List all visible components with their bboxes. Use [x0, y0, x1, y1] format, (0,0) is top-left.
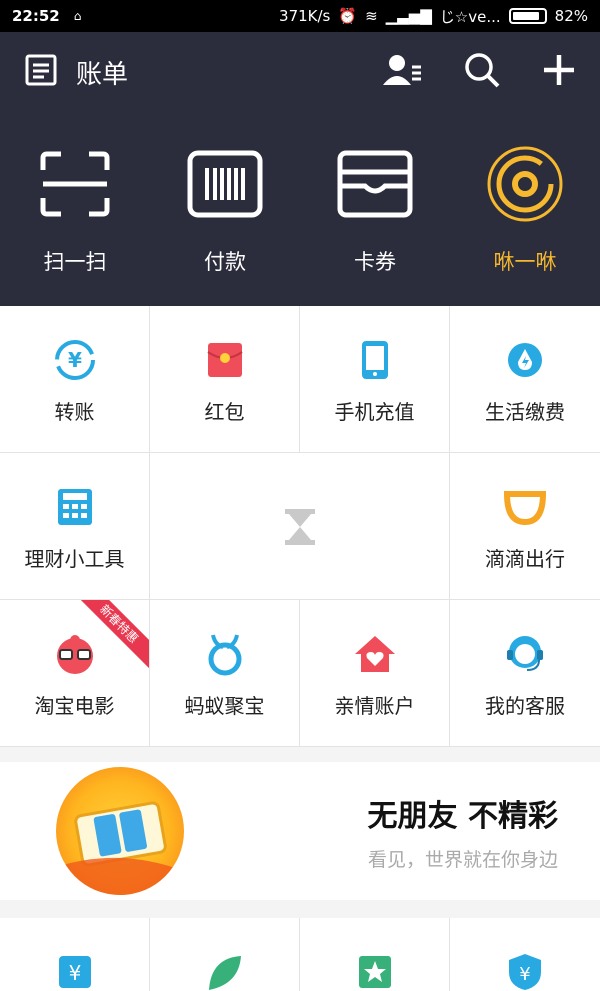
service-label: 手机充值 [334, 400, 415, 424]
service-grid: ¥ 转账 红包 手机充值 生活缴费 理财小工具 滴滴出行 新春特惠 淘宝电影 蚂… [0, 306, 600, 747]
banner-subtitle: 看见，世界就在你身边 [367, 848, 558, 871]
service-transfer[interactable]: ¥ 转账 [0, 306, 150, 452]
service-label: 红包 [204, 400, 245, 424]
service-family-account[interactable]: 亲情账户 [300, 600, 450, 746]
quick-label: 付款 [204, 250, 246, 274]
signal-icon: ▁▃▅▇ [385, 7, 432, 25]
bill-icon[interactable] [24, 53, 58, 91]
service-label: 转账 [54, 400, 95, 424]
service-partial[interactable] [150, 918, 300, 991]
service-grid-next-row: ¥ ¥ [0, 918, 600, 991]
didi-icon [503, 485, 547, 529]
service-label: 蚂蚁聚宝 [184, 694, 265, 718]
service-utilities[interactable]: 生活缴费 [450, 306, 600, 452]
red-envelope-icon [203, 338, 247, 382]
battery-percent: 82% [554, 7, 588, 25]
service-label: 我的客服 [485, 694, 565, 718]
service-label: 理财小工具 [24, 547, 125, 571]
quick-xiu[interactable]: 咻一咻 [450, 112, 600, 306]
family-house-icon [353, 632, 397, 676]
svg-text:¥: ¥ [68, 961, 81, 985]
app-header: 账单 扫一扫 付款 卡券 咻一咻 [0, 32, 600, 306]
quick-label: 扫一扫 [43, 250, 107, 274]
service-finance-tools[interactable]: 理财小工具 [0, 453, 150, 599]
alarm-icon: ⏰ [338, 7, 358, 25]
svg-text:¥: ¥ [68, 348, 82, 372]
yuan-icon: ¥ [53, 952, 97, 991]
service-label: 生活缴费 [485, 400, 565, 424]
shield-yuan-icon: ¥ [503, 952, 547, 991]
quick-pay[interactable]: 付款 [150, 112, 300, 306]
service-label: 亲情账户 [334, 694, 415, 718]
banner-image [56, 767, 184, 895]
service-label: 滴滴出行 [485, 547, 565, 571]
wifi-icon: ≋ [365, 7, 378, 25]
svg-text:¥: ¥ [519, 964, 530, 985]
ant-fortune-icon [203, 632, 247, 676]
water-drop-icon [503, 338, 547, 382]
carrier-name: じ☆ve... [439, 7, 501, 26]
wallet-icon [337, 150, 413, 222]
service-taobao-movie[interactable]: 新春特惠 淘宝电影 [0, 600, 150, 746]
customer-service-icon [503, 632, 547, 676]
service-partial[interactable]: ¥ [0, 918, 150, 991]
scan-icon [39, 150, 111, 222]
network-speed: 371K/s [279, 7, 331, 25]
xiu-icon [485, 146, 565, 228]
service-customer-service[interactable]: 我的客服 [450, 600, 600, 746]
status-bar: 22:52 ⌂ 371K/s ⏰ ≋ ▁▃▅▇ じ☆ve... 82% [0, 0, 600, 32]
quick-label: 咻一咻 [493, 250, 557, 274]
service-didi[interactable]: 滴滴出行 [450, 453, 600, 599]
quick-cards[interactable]: 卡券 [300, 112, 450, 306]
star-icon [353, 952, 397, 991]
quick-scan[interactable]: 扫一扫 [0, 112, 150, 306]
service-partial[interactable]: ¥ [450, 918, 600, 991]
add-icon[interactable] [542, 53, 576, 91]
service-red-envelope[interactable]: 红包 [150, 306, 300, 452]
service-partial[interactable] [300, 918, 450, 991]
service-ant-fortune[interactable]: 蚂蚁聚宝 [150, 600, 300, 746]
phone-icon [353, 338, 397, 382]
status-time: 22:52 [12, 7, 60, 25]
service-label: 淘宝电影 [34, 694, 115, 718]
service-phone-recharge[interactable]: 手机充值 [300, 306, 450, 452]
battery-icon [508, 8, 547, 24]
loading-placeholder [150, 453, 450, 599]
calculator-icon [53, 485, 97, 529]
banner-title: 无朋友 不精彩 [367, 798, 558, 834]
hourglass-icon [278, 505, 322, 549]
quick-label: 卡券 [354, 250, 396, 274]
leaf-icon [203, 952, 247, 991]
bill-title[interactable]: 账单 [76, 54, 128, 91]
barcode-icon [187, 150, 263, 222]
movie-icon [53, 632, 97, 676]
promo-banner[interactable]: 无朋友 不精彩 看见，世界就在你身边 [0, 762, 600, 900]
notification-icon: ⌂ [73, 9, 82, 23]
search-icon[interactable] [464, 52, 500, 92]
transfer-icon: ¥ [53, 338, 97, 382]
contacts-icon[interactable] [382, 53, 422, 91]
